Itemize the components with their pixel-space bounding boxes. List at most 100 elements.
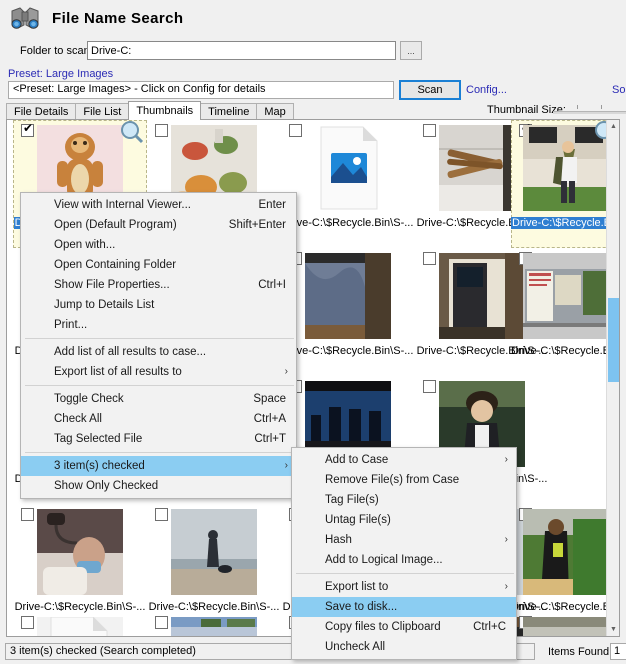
tab-timeline[interactable]: Timeline: [200, 103, 258, 120]
thumbnail-image[interactable]: [523, 509, 609, 595]
tab-thumbnails[interactable]: Thumbnails: [128, 101, 202, 120]
browse-folder-button[interactable]: ...: [400, 41, 422, 60]
thumbnail-image[interactable]: [171, 509, 257, 595]
chevron-right-icon: ›: [504, 534, 508, 545]
preset-value-field[interactable]: <Preset: Large Images> - Click on Config…: [8, 81, 394, 99]
menu-item-open-default-program[interactable]: Open (Default Program) Shift+Enter: [21, 215, 296, 235]
thumbnail-checkbox[interactable]: [423, 380, 436, 393]
submenu-item-export-list-to[interactable]: Export list to ›: [292, 577, 516, 597]
thumbnail-checkbox[interactable]: [155, 508, 168, 521]
submenu-item-add-to-logical-image[interactable]: Add to Logical Image...: [292, 550, 516, 570]
submenu-item-save-to-disk[interactable]: Save to disk...: [292, 597, 516, 617]
menu-item-open-containing-folder[interactable]: Open Containing Folder: [21, 255, 296, 275]
thumbnail-size-slider[interactable]: [553, 105, 626, 117]
chevron-right-icon: ›: [284, 366, 288, 377]
menu-item-label: Export list of all results to: [54, 366, 182, 378]
thumbnail-cell[interactable]: Drive-C:\$Recycle.Bin\S-...: [281, 248, 415, 376]
thumbnail-cell[interactable]: Drive-C:\$Recycle.Bin\S-...: [511, 120, 619, 248]
menu-item-add-list-to-case[interactable]: Add list of all results to case...: [21, 342, 296, 362]
chevron-right-icon: ›: [504, 454, 508, 465]
binoculars-icon: [8, 5, 42, 31]
preset-label: Preset: Large Images: [8, 68, 114, 80]
menu-item-label: Open Containing Folder: [54, 259, 177, 271]
menu-item-items-checked[interactable]: 3 item(s) checked ›: [21, 456, 296, 476]
context-submenu[interactable]: Add to Case › Remove File(s) from Case T…: [291, 447, 517, 660]
menu-item-label: Add to Case: [325, 454, 389, 466]
thumbnail-cell[interactable]: Drive-C:\$Recycle.Bin\S-...: [281, 120, 415, 248]
items-found-value: 1: [610, 643, 626, 660]
thumbnail-checkbox[interactable]: [21, 508, 34, 521]
menu-item-print[interactable]: Print...: [21, 315, 296, 335]
thumbnail-image[interactable]: [523, 253, 609, 339]
thumbnail-checkbox[interactable]: [155, 124, 168, 137]
slider-track: [553, 111, 626, 114]
menu-item-toggle-check[interactable]: Toggle Check Space: [21, 389, 296, 409]
thumbnail-checkbox[interactable]: [155, 616, 168, 629]
scan-button[interactable]: Scan: [399, 80, 461, 100]
thumbnail-filename: Drive-C:\$Recycle.Bin\S-...: [282, 345, 414, 357]
submenu-item-add-to-case[interactable]: Add to Case ›: [292, 450, 516, 470]
sort-link[interactable]: Sor: [612, 84, 626, 96]
tab-file-details[interactable]: File Details: [6, 103, 77, 120]
thumbnail-image[interactable]: [37, 509, 123, 595]
thumbnail-scrollbar[interactable]: ▲ ▼: [606, 120, 619, 636]
menu-item-check-all[interactable]: Check All Ctrl+A: [21, 409, 296, 429]
menu-item-label: Add to Logical Image...: [325, 554, 443, 566]
thumbnail-filename: Drive-C:\$Recycle.Bin\S-...: [282, 217, 414, 229]
menu-item-jump-to-details-list[interactable]: Jump to Details List: [21, 295, 296, 315]
thumbnail-image[interactable]: [523, 617, 609, 636]
thumbnail-checkbox[interactable]: [423, 252, 436, 265]
thumbnail-image[interactable]: [305, 253, 391, 339]
menu-item-label: Copy files to Clipboard: [325, 621, 441, 633]
thumbnail-cell[interactable]: [13, 612, 147, 636]
menu-item-tag-selected-file[interactable]: Tag Selected File Ctrl+T: [21, 429, 296, 449]
thumbnail-cell[interactable]: [511, 612, 619, 636]
submenu-item-tag-files[interactable]: Tag File(s): [292, 490, 516, 510]
menu-item-accelerator: Ctrl+C: [473, 621, 506, 633]
menu-item-accelerator: Enter: [258, 199, 287, 211]
menu-item-accelerator: Ctrl+A: [253, 413, 286, 425]
submenu-item-remove-files-from-case[interactable]: Remove File(s) from Case: [292, 470, 516, 490]
menu-item-label: Remove File(s) from Case: [325, 474, 460, 486]
context-menu[interactable]: View with Internal Viewer... Enter Open …: [20, 192, 297, 499]
scroll-up-icon[interactable]: ▲: [607, 120, 619, 133]
thumbnail-checkbox[interactable]: [423, 124, 436, 137]
thumbnail-checkbox[interactable]: [21, 122, 34, 137]
menu-item-label: Save to disk...: [325, 601, 398, 613]
tab-map[interactable]: Map: [256, 103, 294, 120]
thumbnail-filename: Drive-C:\$Recycle.Bin\S-...: [511, 345, 619, 357]
page-title: File Name Search: [52, 9, 184, 27]
menu-item-label: Show File Properties...: [54, 279, 170, 291]
submenu-item-hash[interactable]: Hash ›: [292, 530, 516, 550]
thumbnail-checkbox[interactable]: [289, 124, 302, 137]
menu-item-label: Show Only Checked: [54, 480, 159, 492]
slider-tick: [601, 105, 602, 109]
thumbnail-cell[interactable]: Drive-C:\$Recycle.Bin\S-...: [511, 248, 619, 376]
menu-item-show-file-properties[interactable]: Show File Properties... Ctrl+I: [21, 275, 296, 295]
thumbnail-image[interactable]: [171, 617, 257, 636]
menu-separator: [296, 573, 514, 574]
scroll-down-icon[interactable]: ▼: [607, 623, 619, 636]
config-link[interactable]: Config...: [466, 84, 507, 96]
menu-item-show-only-checked[interactable]: Show Only Checked: [21, 476, 296, 496]
tab-file-list[interactable]: File List: [75, 103, 130, 120]
menu-item-view-with-internal-viewer[interactable]: View with Internal Viewer... Enter: [21, 195, 296, 215]
scrollbar-thumb[interactable]: [608, 298, 619, 382]
submenu-item-copy-files-to-clipboard[interactable]: Copy files to Clipboard Ctrl+C: [292, 617, 516, 637]
submenu-item-untag-files[interactable]: Untag File(s): [292, 510, 516, 530]
thumbnail-cell[interactable]: [147, 612, 281, 636]
thumbnail-checkbox[interactable]: [21, 616, 34, 629]
chevron-right-icon: ›: [504, 581, 508, 592]
folder-to-scan-input[interactable]: [87, 41, 396, 60]
magnifier-icon: [119, 120, 145, 146]
thumbnail-filename: Drive-C:\$Recycle.Bin\S-...: [511, 217, 619, 229]
submenu-item-uncheck-all[interactable]: Uncheck All: [292, 637, 516, 657]
menu-item-label: Add list of all results to case...: [54, 346, 207, 358]
menu-item-open-with[interactable]: Open with...: [21, 235, 296, 255]
folder-to-scan-label: Folder to scan:: [20, 45, 93, 57]
menu-item-export-list-of-all-results-to[interactable]: Export list of all results to ›: [21, 362, 296, 382]
thumbnail-image[interactable]: [305, 125, 391, 211]
file-name-search-window: File Name Search Folder to scan: ... Pre…: [0, 0, 626, 664]
items-found-label: Items Found:: [548, 646, 613, 658]
thumbnail-image[interactable]: [37, 617, 123, 636]
